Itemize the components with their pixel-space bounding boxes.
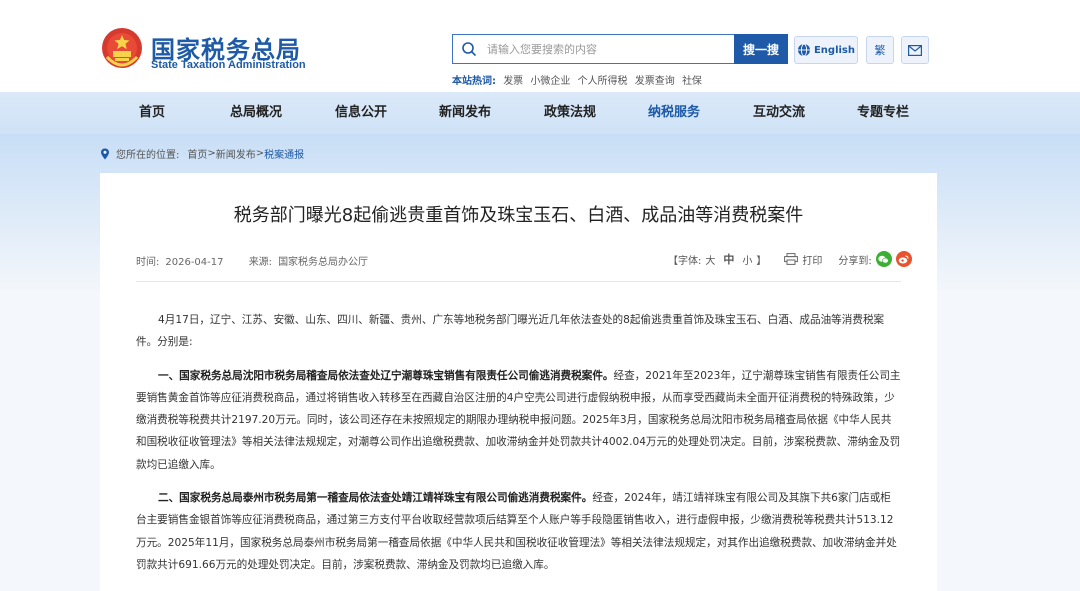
breadcrumb: 您所在的位置: 首页 > 新闻发布 > 税案通报	[100, 146, 304, 161]
article-meta: 时间: 2026-04-17 来源: 国家税务总局办公厅	[136, 253, 374, 268]
hot-word-link[interactable]: 发票	[503, 76, 523, 87]
nav-item-service[interactable]: 纳税服务	[648, 92, 700, 134]
font-size-label: 【字体:	[668, 255, 702, 267]
location-pin-icon	[101, 148, 109, 159]
hot-word-link[interactable]: 发票查询	[635, 76, 675, 87]
nav-item-interaction[interactable]: 互动交流	[753, 92, 805, 134]
case-heading: 一、国家税务总局沈阳市税务局稽查局依法查处辽宁潮尊珠宝销售有限责任公司偷逃消费税…	[158, 369, 614, 382]
article-paragraph: 二、国家税务总局泰州市税务局第一稽查局依法查处靖江靖祥珠宝有限公司偷逃消费税案件…	[136, 487, 901, 576]
hot-words-label: 本站热词:	[452, 76, 496, 87]
font-size-small[interactable]: 小	[742, 252, 752, 267]
printer-icon[interactable]	[784, 253, 799, 265]
article-title: 税务部门曝光8起偷逃贵重首饰及珠宝玉石、白酒、成品油等消费税案件	[233, 205, 804, 226]
time-label: 时间:	[136, 257, 160, 268]
breadcrumb-separator: >	[207, 148, 216, 159]
nav-item-news[interactable]: 新闻发布	[439, 92, 491, 134]
globe-icon	[797, 43, 810, 57]
article-body: 4月17日，辽宁、江苏、安徽、山东、四川、新疆、贵州、广东等地税务部门曝光近几年…	[136, 309, 901, 587]
traditional-chinese-button[interactable]: 繁	[866, 36, 894, 64]
source-label: 来源:	[248, 257, 273, 268]
mail-button[interactable]	[901, 36, 929, 64]
breadcrumb-separator: >	[255, 148, 265, 159]
paragraph-text: 经查，2021年至2023年，辽宁潮尊珠宝销售有限责任公司主要销售黄金首饰等应征…	[136, 369, 901, 471]
mail-icon	[908, 44, 922, 56]
search-button[interactable]: 搜一搜	[734, 34, 788, 64]
article-tools: 【字体: 大 中 小 】 打印 分享到:	[668, 251, 912, 267]
breadcrumb-current[interactable]: 税案通报	[264, 146, 304, 161]
nav-item-info[interactable]: 信息公开	[335, 92, 387, 134]
breadcrumb-home[interactable]: 首页	[187, 146, 207, 161]
site-header: 国家税务总局 State Taxation Administration 搜一搜…	[0, 0, 1080, 92]
nav-item-topics[interactable]: 专题专栏	[857, 92, 909, 134]
site-logo-subtitle[interactable]: State Taxation Administration	[151, 59, 306, 71]
article-paragraph: 一、国家税务总局沈阳市税务局稽查局依法查处辽宁潮尊珠宝销售有限责任公司偷逃消费税…	[136, 365, 901, 476]
font-size-close: 】	[756, 255, 767, 267]
share-label: 分享到:	[838, 255, 872, 267]
article-container: 税务部门曝光8起偷逃贵重首饰及珠宝玉石、白酒、成品油等消费税案件 时间: 2026…	[100, 173, 937, 591]
english-button-label: English	[813, 44, 856, 56]
wechat-share-icon[interactable]	[875, 251, 892, 267]
article-paragraph: 4月17日，辽宁、江苏、安徽、山东、四川、新疆、贵州、广东等地税务部门曝光近几年…	[136, 309, 901, 354]
breadcrumb-news[interactable]: 新闻发布	[216, 146, 256, 161]
nav-item-policy[interactable]: 政策法规	[544, 92, 596, 134]
meta-divider	[136, 281, 901, 282]
article-source: 国家税务总局办公厅	[278, 257, 369, 268]
national-emblem-icon	[102, 28, 142, 68]
search-input[interactable]	[487, 35, 727, 63]
breadcrumb-prefix: 您所在的位置:	[116, 150, 180, 161]
hot-word-link[interactable]: 个人所得税	[578, 76, 628, 87]
paragraph-text: 4月17日，辽宁、江苏、安徽、山东、四川、新疆、贵州、广东等地税务部门曝光近几年…	[136, 314, 885, 349]
hot-words: 本站热词: 发票 小微企业 个人所得税 发票查询 社保	[452, 72, 702, 87]
print-button[interactable]: 打印	[802, 252, 822, 267]
hot-word-link[interactable]: 社保	[682, 76, 702, 87]
publish-date: 2026-04-17	[165, 257, 224, 268]
english-button[interactable]: English	[794, 36, 858, 64]
weibo-share-icon[interactable]	[895, 251, 912, 267]
font-size-large[interactable]: 大	[705, 252, 715, 267]
main-nav: 首页 总局概况 信息公开 新闻发布 政策法规 纳税服务 互动交流 专题专栏	[0, 92, 1080, 134]
nav-item-overview[interactable]: 总局概况	[230, 92, 282, 134]
hot-word-link[interactable]: 小微企业	[530, 76, 570, 87]
case-heading: 二、国家税务总局泰州市税务局第一稽查局依法查处靖江靖祥珠宝有限公司偷逃消费税案件…	[158, 492, 593, 505]
search-icon	[462, 42, 477, 57]
font-size-medium[interactable]: 中	[723, 251, 734, 267]
nav-item-home[interactable]: 首页	[139, 92, 165, 134]
search-box	[452, 34, 734, 64]
